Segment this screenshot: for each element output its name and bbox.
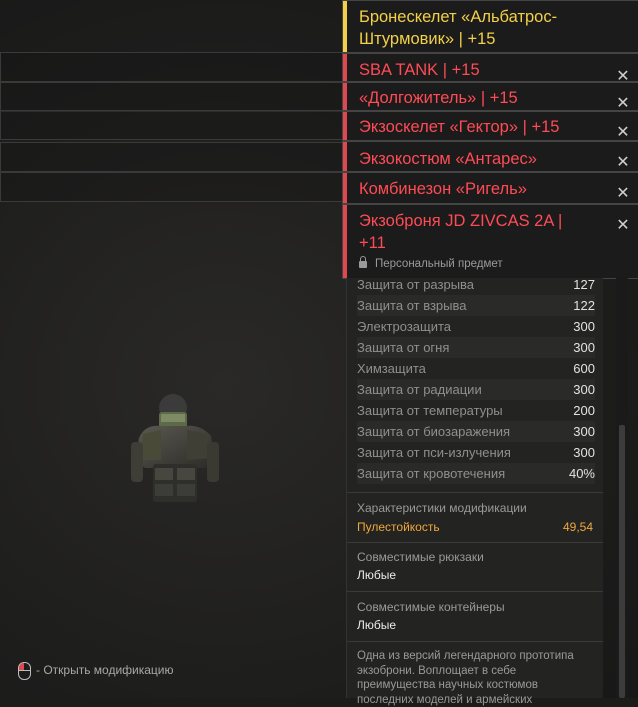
open-modification-hint: - Открыть модификацию	[18, 662, 174, 680]
stats-panel: Защита от разрыва 127 Защита от взрыва 122…	[346, 277, 603, 706]
stat-row: Защита от температуры 200	[357, 403, 595, 418]
containers-title: Совместимые контейнеры	[357, 600, 505, 614]
divider	[347, 641, 603, 642]
stat-row: Защита от пси-излучения 300	[357, 445, 595, 460]
divider	[347, 542, 603, 543]
item-title: Комбинезон «Ригель»	[359, 180, 527, 198]
item-title: «Долгожитель» | +15	[359, 89, 518, 107]
divider	[347, 492, 603, 493]
tooltip-header[interactable]: SBA TANK | +15 ✕	[342, 53, 638, 85]
exo-armor-image[interactable]	[125, 390, 225, 515]
accent-bar	[343, 173, 347, 203]
backpacks-title: Совместимые рюкзаки	[357, 550, 484, 564]
close-icon[interactable]: ✕	[616, 155, 630, 171]
close-icon[interactable]: ✕	[616, 186, 630, 202]
accent-bar	[343, 205, 347, 278]
modification-label: Пулестойкость	[357, 520, 440, 534]
scrollbar-thumb[interactable]	[619, 425, 625, 698]
mouse-left-click-icon	[18, 662, 31, 680]
accent-bar	[343, 142, 347, 171]
lock-icon	[359, 256, 367, 268]
accent-bar	[343, 83, 347, 110]
stat-row: Защита от кровотечения 40%	[357, 463, 595, 484]
stat-row: Защита от биозаражения 300	[357, 421, 595, 442]
item-description: Одна из версий легендарного прототипа эк…	[357, 650, 574, 706]
item-title: SBA TANK | +15	[359, 61, 480, 79]
close-icon[interactable]: ✕	[616, 96, 630, 112]
tooltip-header[interactable]: «Долгожитель» | +15 ✕	[342, 82, 638, 112]
tooltip-header[interactable]: Экзокостюм «Антарес» ✕	[342, 141, 638, 172]
modification-title: Характеристики модификации	[357, 501, 527, 515]
tooltip-ghost	[0, 110, 346, 140]
modification-value: 49,54	[562, 520, 593, 534]
stat-row: Защита от радиации 300	[357, 379, 595, 400]
containers-value: Любые	[357, 618, 397, 632]
tooltip-ghost	[0, 172, 346, 202]
stat-row: Электрозащита 300	[357, 319, 595, 334]
item-title: Экзокостюм «Антарес»	[359, 150, 537, 168]
tooltip-header[interactable]: Экзоскелет «Гектор» | +15 ✕	[342, 111, 638, 141]
stat-row: Защита от огня 300	[357, 337, 595, 358]
accent-bar	[343, 1, 347, 52]
divider	[347, 591, 603, 592]
tooltip-ghost	[0, 142, 346, 172]
item-title: Экзоброня JD ZIVCAS 2A | +11	[359, 212, 563, 252]
close-icon[interactable]: ✕	[616, 125, 630, 141]
private-item-note: Персональный предмет	[359, 256, 503, 270]
accent-bar	[343, 54, 347, 81]
accent-bar	[343, 112, 347, 140]
tooltip-header-active[interactable]: Экзоброня JD ZIVCAS 2A | +11 ✕ Персональ…	[342, 204, 638, 279]
item-title: Экзоскелет «Гектор» | +15	[359, 118, 560, 136]
tooltip-ghost	[0, 82, 346, 112]
backpacks-value: Любые	[357, 568, 397, 582]
tooltip-ghost	[0, 52, 346, 82]
stat-row: Химзащита 600	[357, 361, 595, 376]
tooltip-header[interactable]: Бронескелет «Альбатрос-Штурмовик» | +15	[342, 0, 638, 53]
tooltip-header[interactable]: Комбинезон «Ригель» ✕	[342, 172, 638, 204]
close-icon[interactable]: ✕	[616, 218, 630, 234]
item-title: Бронескелет «Альбатрос-Штурмовик» | +15	[359, 8, 558, 48]
stat-row: Защита от взрыва 122	[357, 295, 595, 316]
stat-row: Защита от разрыва 127	[357, 277, 595, 292]
